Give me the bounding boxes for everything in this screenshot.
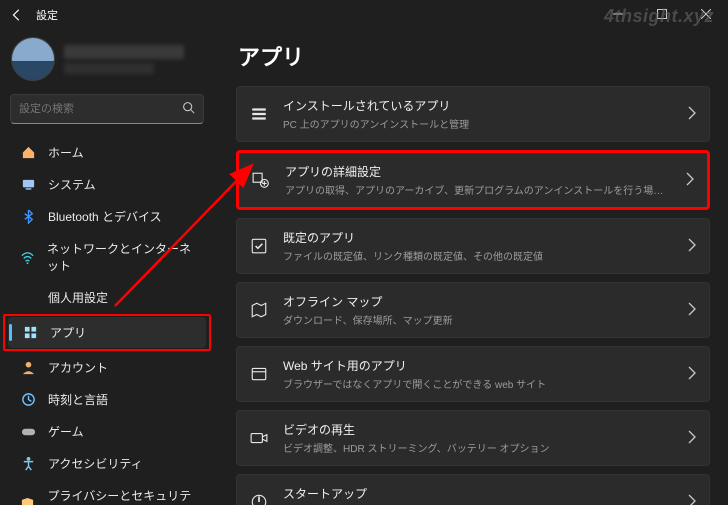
sidebar-item-label: アクセシビリティ: [48, 455, 143, 472]
card-title: インストールされているアプリ: [283, 97, 673, 114]
settings-app-icon: [251, 170, 271, 190]
card-title: 既定のアプリ: [283, 229, 673, 246]
card-sub: ダウンロード、保存場所、マップ更新: [283, 312, 673, 327]
chevron-right-icon: [687, 430, 697, 447]
search-box[interactable]: [10, 94, 204, 124]
profile-text: [64, 45, 184, 74]
profile-section[interactable]: [0, 30, 214, 94]
profile-name-blurred: [64, 45, 184, 59]
sidebar-item-game[interactable]: ゲーム: [6, 416, 208, 447]
card-installed-apps[interactable]: インストールされているアプリ PC 上のアプリのアンインストールと管理: [236, 86, 710, 142]
back-button[interactable]: [8, 6, 26, 24]
page-heading: アプリ: [238, 40, 710, 72]
sidebar-item-label: 時刻と言語: [48, 391, 108, 408]
card-default-apps[interactable]: 既定のアプリ ファイルの既定値、リンク種類の既定値、その他の既定値: [236, 218, 710, 274]
arrow-left-icon: [10, 8, 24, 22]
sidebar-item-label: 個人用設定: [48, 289, 108, 306]
avatar: [12, 38, 54, 80]
watermark: 4thsight.xyz: [604, 6, 714, 27]
card-title: ビデオの再生: [283, 421, 673, 438]
sidebar-item-home[interactable]: ホーム: [6, 137, 208, 168]
card-web-apps[interactable]: Web サイト用のアプリ ブラウザーではなくアプリで開くことができる web サ…: [236, 346, 710, 402]
card-sub: ブラウザーではなくアプリで開くことができる web サイト: [283, 376, 673, 391]
sidebar-item-label: ゲーム: [48, 423, 84, 440]
chevron-right-icon: [687, 366, 697, 383]
search-input[interactable]: [19, 103, 176, 115]
card-sub: ファイルの既定値、リンク種類の既定値、その他の既定値: [283, 248, 673, 263]
sidebar-item-system[interactable]: システム: [6, 169, 208, 200]
clock-icon: [20, 392, 36, 408]
card-offline-maps[interactable]: オフライン マップ ダウンロード、保存場所、マップ更新: [236, 282, 710, 338]
sidebar-item-label: システム: [48, 176, 96, 193]
apps-icon: [22, 325, 38, 341]
window-title: 設定: [36, 7, 58, 23]
chevron-right-icon: [687, 106, 697, 123]
default-apps-icon: [249, 236, 269, 256]
sidebar-item-privacy[interactable]: プライバシーとセキュリティ: [6, 480, 208, 505]
card-advanced-app-settings[interactable]: アプリの詳細設定 アプリの取得、アプリのアーカイブ、更新プログラムのアンインスト…: [236, 150, 710, 210]
web-app-icon: [249, 364, 269, 384]
network-icon: [20, 249, 35, 265]
brush-icon: [20, 290, 36, 306]
sidebar-item-personalize[interactable]: 個人用設定: [6, 282, 208, 313]
sidebar-item-account[interactable]: アカウント: [6, 352, 208, 383]
account-icon: [20, 360, 36, 376]
game-icon: [20, 424, 36, 440]
card-sub: ビデオ調整、HDR ストリーミング、バッテリー オプション: [283, 440, 673, 455]
video-icon: [249, 428, 269, 448]
sidebar-item-label: プライバシーとセキュリティ: [48, 487, 198, 505]
sidebar-nav: ホーム システム Bluetooth とデバイス ネットワークとインターネット …: [0, 136, 214, 505]
card-title: アプリの詳細設定: [285, 163, 671, 180]
search-icon: [182, 101, 195, 117]
chevron-right-icon: [687, 302, 697, 319]
list-icon: [249, 104, 269, 124]
home-icon: [20, 145, 36, 161]
sidebar-item-label: ネットワークとインターネット: [47, 240, 198, 274]
system-icon: [20, 177, 36, 193]
profile-email-blurred: [64, 63, 154, 74]
sidebar-item-apps[interactable]: アプリ: [8, 317, 206, 348]
bluetooth-icon: [20, 209, 36, 225]
card-title: スタートアップ: [283, 485, 673, 502]
sidebar: ホーム システム Bluetooth とデバイス ネットワークとインターネット …: [0, 30, 218, 505]
chevron-right-icon: [687, 494, 697, 505]
shield-icon: [20, 496, 36, 505]
sidebar-item-label: アカウント: [48, 359, 108, 376]
sidebar-item-label: アプリ: [50, 324, 86, 341]
map-icon: [249, 300, 269, 320]
sidebar-item-bluetooth[interactable]: Bluetooth とデバイス: [6, 201, 208, 232]
highlight-apps-box: アプリ: [3, 314, 211, 351]
card-title: オフライン マップ: [283, 293, 673, 310]
sidebar-item-label: Bluetooth とデバイス: [48, 208, 162, 225]
card-startup[interactable]: スタートアップ サインイン時に自動的に開始されるアプリ: [236, 474, 710, 505]
sidebar-item-accessibility[interactable]: アクセシビリティ: [6, 448, 208, 479]
main-content: アプリ インストールされているアプリ PC 上のアプリのアンインストールと管理 …: [218, 30, 728, 505]
sidebar-item-label: ホーム: [48, 144, 84, 161]
accessibility-icon: [20, 456, 36, 472]
sidebar-item-time[interactable]: 時刻と言語: [6, 384, 208, 415]
chevron-right-icon: [687, 238, 697, 255]
chevron-right-icon: [685, 172, 695, 189]
card-sub: PC 上のアプリのアンインストールと管理: [283, 116, 673, 131]
card-video-playback[interactable]: ビデオの再生 ビデオ調整、HDR ストリーミング、バッテリー オプション: [236, 410, 710, 466]
card-sub: アプリの取得、アプリのアーカイブ、更新プログラムのアンインストールを行う場所を選…: [285, 182, 671, 197]
card-title: Web サイト用のアプリ: [283, 357, 673, 374]
sidebar-item-network[interactable]: ネットワークとインターネット: [6, 233, 208, 281]
startup-icon: [249, 492, 269, 505]
